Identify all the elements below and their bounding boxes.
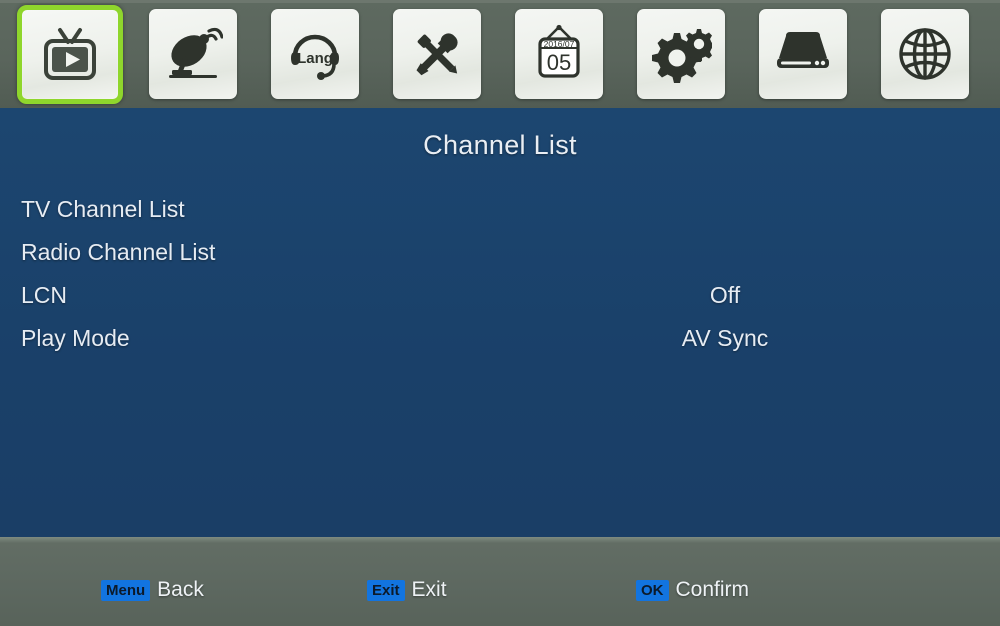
tools-icon — [393, 9, 481, 99]
menu-item-label: TV Channel List — [21, 196, 185, 222]
calendar-icon-day: 05 — [547, 50, 571, 75]
menu-item-lcn[interactable]: LCN Off — [0, 282, 1000, 316]
menu-tab-time[interactable]: 2016/07 05 — [515, 9, 603, 99]
key-hint-label: Back — [157, 578, 204, 601]
menu-item-radio-channel-list[interactable]: Radio Channel List — [0, 239, 1000, 273]
main-menu-icon-bar: Lang 2016/07 05 — [0, 0, 1000, 108]
menu-item-label: Play Mode — [21, 325, 130, 351]
menu-tab-usb[interactable] — [759, 9, 847, 99]
key-hint-label: Exit — [411, 578, 447, 601]
calendar-icon-month: 2016/07 — [544, 39, 575, 49]
menu-tab-network[interactable] — [881, 9, 969, 99]
menu-item-value: Off — [709, 282, 741, 308]
topbar-highlight-strip — [0, 0, 1000, 3]
key-hint-bar: Menu Back Exit Exit OK Confirm — [0, 537, 1000, 626]
gears-icon — [637, 9, 725, 99]
headset-lang-icon: Lang — [271, 9, 359, 99]
ok-key-badge: OK — [636, 579, 669, 601]
stb-osd-screen: Lang 2016/07 05 Channel List TV Channel … — [0, 0, 1000, 626]
key-hint-exit[interactable]: Exit Exit — [367, 578, 447, 602]
hard-drive-icon — [759, 9, 847, 99]
key-hint-label: Confirm — [675, 578, 750, 601]
exit-key-badge: Exit — [367, 579, 405, 601]
tv-icon — [22, 10, 118, 99]
menu-tab-installation[interactable] — [149, 9, 237, 99]
menu-item-label: LCN — [21, 282, 68, 308]
menu-item-tv-channel-list[interactable]: TV Channel List — [0, 196, 1000, 230]
menu-key-badge: Menu — [101, 579, 151, 601]
menu-panel: Channel List TV Channel List Radio Chann… — [0, 108, 1000, 537]
menu-tab-settings[interactable] — [637, 9, 725, 99]
key-hint-ok-confirm[interactable]: OK Confirm — [636, 578, 749, 602]
menu-tab-channel[interactable] — [17, 5, 123, 104]
key-hint-menu-back[interactable]: Menu Back — [101, 578, 204, 602]
menu-tab-language[interactable]: Lang — [271, 9, 359, 99]
page-title: Channel List — [423, 130, 577, 160]
menu-tab-system-setup[interactable] — [393, 9, 481, 99]
menu-item-label: Radio Channel List — [21, 239, 216, 265]
menu-item-value: AV Sync — [681, 325, 769, 351]
globe-icon — [881, 9, 969, 99]
satellite-dish-icon — [149, 9, 237, 99]
menu-item-play-mode[interactable]: Play Mode AV Sync — [0, 325, 1000, 359]
calendar-icon: 2016/07 05 — [515, 9, 603, 99]
headset-icon-label: Lang — [297, 50, 333, 67]
